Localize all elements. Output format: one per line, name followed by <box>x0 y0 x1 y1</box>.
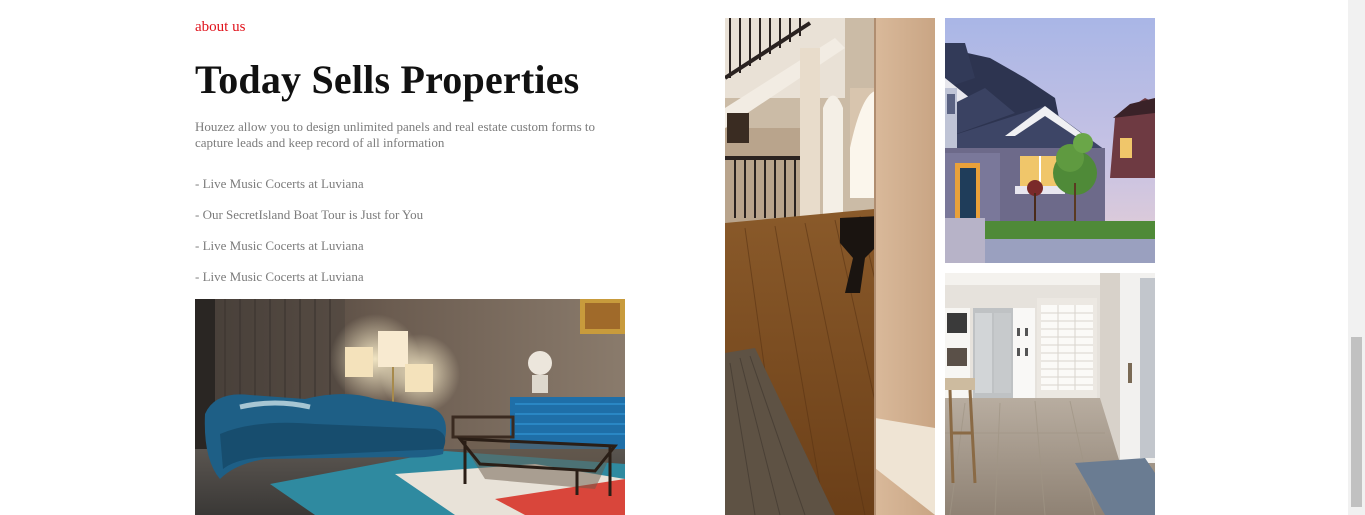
vertical-scrollbar-thumb[interactable] <box>1351 337 1362 507</box>
house-exterior-photo <box>945 18 1155 263</box>
feature-item: - Live Music Cocerts at Luviana <box>195 269 364 284</box>
intro-paragraph: Houzez allow you to design unlimited pan… <box>195 119 596 150</box>
feature-list: - Live Music Cocerts at Luviana - Our Se… <box>195 176 423 300</box>
living-room-photo <box>195 299 625 515</box>
feature-item: - Live Music Cocerts at Luviana <box>195 176 364 191</box>
page-title: Today Sells Properties <box>195 57 580 102</box>
kitchen-photo <box>945 273 1155 515</box>
feature-item: - Our SecretIsland Boat Tour is Just for… <box>195 207 424 222</box>
hallway-photo <box>725 18 935 515</box>
feature-item: - Live Music Cocerts at Luviana <box>195 238 364 253</box>
about-us-link[interactable]: about us <box>195 18 245 36</box>
